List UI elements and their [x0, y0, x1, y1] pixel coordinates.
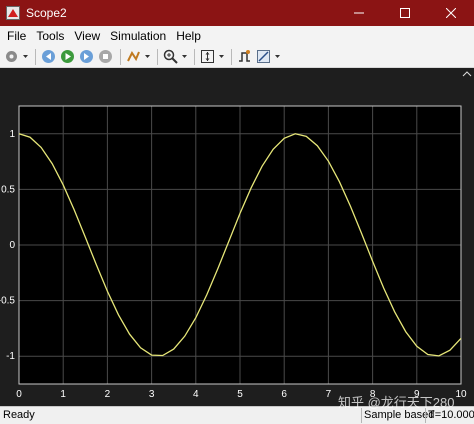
x-tick-label: 7 — [326, 389, 332, 400]
scope-plot[interactable]: 10.50-0.5-1 012345678910 — [0, 68, 474, 406]
scope-display[interactable]: 10.50-0.5-1 012345678910 — [0, 68, 474, 406]
y-tick-label: -1 — [6, 351, 15, 362]
settings-button[interactable] — [3, 48, 20, 65]
stop-button[interactable] — [97, 48, 114, 65]
x-tick-label: 10 — [455, 389, 467, 400]
scope-app-icon — [6, 6, 20, 20]
menu-help[interactable]: Help — [171, 26, 206, 46]
cursor-measure-button[interactable] — [255, 48, 272, 65]
highlight-button[interactable] — [125, 48, 142, 65]
zoom-dropdown[interactable] — [181, 48, 187, 65]
trigger-icon — [239, 50, 250, 62]
step-forward-icon — [80, 50, 93, 63]
step-back-icon — [42, 50, 55, 63]
y-tick-label: 1 — [9, 129, 15, 140]
fit-axes-button[interactable] — [199, 48, 216, 65]
zoom-button[interactable] — [162, 48, 179, 65]
toolbar — [0, 46, 474, 68]
run-icon — [61, 50, 74, 63]
menu-bar: File Tools View Simulation Help — [0, 26, 474, 46]
cursor-measure-icon — [257, 50, 270, 63]
title-bar[interactable]: Scope2 — [0, 0, 474, 26]
status-ready: Ready — [3, 409, 35, 421]
y-tick-label: 0.5 — [1, 184, 15, 195]
maximize-button[interactable] — [382, 0, 428, 26]
x-tick-label: 5 — [237, 389, 243, 400]
window-title: Scope2 — [26, 6, 67, 20]
minimize-icon — [354, 12, 364, 14]
menu-view[interactable]: View — [69, 26, 105, 46]
toolbar-separator — [157, 48, 158, 65]
maximize-icon — [400, 8, 410, 18]
chevron-down-icon — [218, 54, 224, 58]
x-tick-label: 0 — [16, 389, 22, 400]
x-tick-label: 4 — [193, 389, 199, 400]
trigger-button[interactable] — [236, 48, 253, 65]
toolbar-separator — [120, 48, 121, 65]
highlight-icon — [127, 51, 140, 62]
step-forward-button[interactable] — [78, 48, 95, 65]
y-tick-label: -0.5 — [0, 296, 15, 307]
menu-tools[interactable]: Tools — [31, 26, 69, 46]
chevron-down-icon — [22, 54, 28, 58]
fit-axes-icon — [201, 50, 214, 63]
cursor-measure-dropdown[interactable] — [274, 48, 280, 65]
toolbar-separator — [35, 48, 36, 65]
run-button[interactable] — [59, 48, 76, 65]
stop-icon — [99, 50, 112, 63]
close-icon — [446, 8, 456, 18]
x-tick-label: 2 — [105, 389, 111, 400]
step-back-button[interactable] — [40, 48, 57, 65]
x-tick-label: 3 — [149, 389, 155, 400]
watermark-text: 知乎 @龙行天下280 — [338, 395, 455, 410]
settings-dropdown[interactable] — [22, 48, 28, 65]
menu-file[interactable]: File — [2, 26, 31, 46]
chevron-down-icon — [144, 54, 150, 58]
expand-icon[interactable] — [462, 70, 472, 80]
y-axis-ticks: 1 0.5 0 -0.5 -1 — [0, 129, 15, 362]
menu-simulation[interactable]: Simulation — [105, 26, 171, 46]
close-button[interactable] — [428, 0, 474, 26]
chevron-down-icon — [274, 54, 280, 58]
fit-axes-dropdown[interactable] — [218, 48, 224, 65]
highlight-dropdown[interactable] — [144, 48, 150, 65]
y-tick-label: 0 — [9, 240, 15, 251]
x-tick-label: 6 — [281, 389, 287, 400]
settings-icon — [6, 51, 17, 62]
chevron-down-icon — [181, 54, 187, 58]
x-tick-label: 1 — [60, 389, 66, 400]
toolbar-separator — [194, 48, 195, 65]
toolbar-separator — [231, 48, 232, 65]
zoom-icon — [163, 49, 178, 64]
minimize-button[interactable] — [336, 0, 382, 26]
